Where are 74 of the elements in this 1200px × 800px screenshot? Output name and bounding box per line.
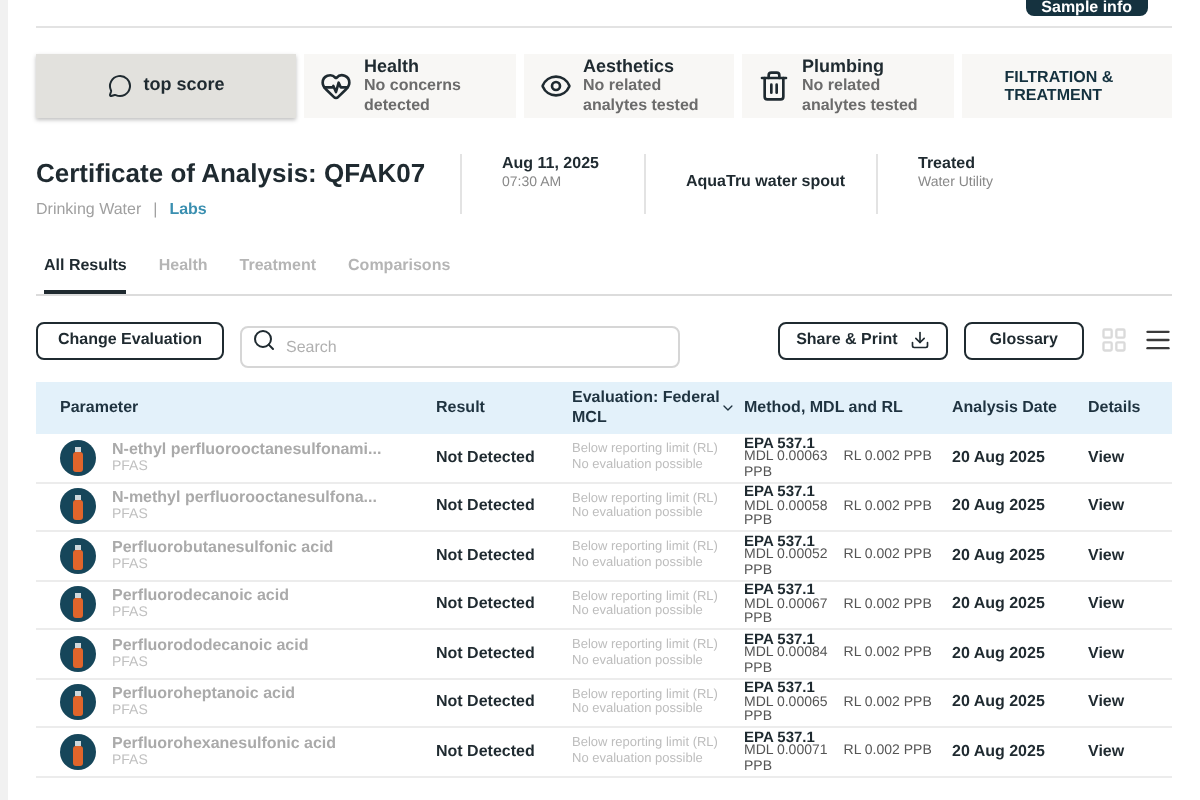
- bottle-avatar-icon: [60, 684, 96, 721]
- view-link[interactable]: View: [1088, 494, 1125, 519]
- bin-icon: [758, 70, 790, 102]
- column-header: Parameter: [60, 396, 141, 420]
- bottle-avatar-icon: [60, 488, 96, 525]
- sample-info-button[interactable]: Sample info: [1025, 0, 1148, 16]
- heart-pulse-icon: [320, 70, 352, 102]
- score-card[interactable]: Health No concerns detected: [304, 54, 515, 118]
- card-subtitle: No concerns detected: [364, 76, 463, 116]
- parameter-name: Perfluorodecanoic acid: [112, 586, 289, 605]
- certificate-title: Certificate of Analysis: QFAK07: [36, 156, 428, 192]
- bottle-avatar-icon: [60, 537, 96, 574]
- column-header: Analysis Date: [952, 396, 1059, 420]
- list-view-icon[interactable]: [1144, 326, 1172, 354]
- bottle-avatar-icon: [60, 635, 96, 672]
- analysis-date: 20 Aug 2025: [952, 445, 1047, 470]
- view-link[interactable]: View: [1088, 592, 1125, 617]
- view-link[interactable]: View: [1088, 641, 1125, 666]
- result-cell-text: Not Detected: [436, 543, 537, 568]
- labs-link[interactable]: Labs: [169, 197, 207, 221]
- result-cell-text: Not Detected: [436, 445, 537, 470]
- search-icon: [252, 328, 277, 352]
- score-card[interactable]: Plumbing No related analytes tested: [742, 54, 953, 118]
- separator: |: [153, 197, 158, 221]
- view-link[interactable]: View: [1088, 543, 1125, 568]
- view-link[interactable]: View: [1088, 445, 1125, 470]
- result-cell-text: Not Detected: [436, 739, 537, 764]
- parameter-name: Perfluorododecanoic acid: [112, 635, 309, 654]
- analysis-date: 20 Aug 2025: [952, 543, 1047, 568]
- bottle-avatar-icon: [60, 439, 96, 476]
- column-header: Result: [436, 396, 487, 420]
- column-header: Method, MDL and RL: [744, 396, 905, 420]
- card-title: Aesthetics: [583, 56, 677, 76]
- column-header: Details: [1088, 396, 1143, 420]
- speech-bubble-icon: [107, 74, 132, 98]
- column-header: Evaluation: Federal MCL: [572, 388, 721, 428]
- analysis-date: 20 Aug 2025: [952, 641, 1047, 666]
- result-cell-text: Not Detected: [436, 494, 537, 519]
- score-card[interactable]: FILTRATION & TREATMENT: [961, 54, 1172, 118]
- card-subtitle: No related analytes tested: [583, 76, 701, 116]
- treatment-status: Treated: [918, 154, 977, 174]
- glossary-button[interactable]: Glossary: [963, 321, 1084, 359]
- share-print-button[interactable]: Share & Print: [778, 321, 948, 359]
- result-cell-text: Not Detected: [436, 641, 537, 666]
- change-evaluation-button[interactable]: Change Evaluation: [36, 321, 225, 359]
- view-link[interactable]: View: [1088, 739, 1125, 764]
- bottle-avatar-icon: [60, 733, 96, 770]
- view-link[interactable]: View: [1088, 690, 1125, 715]
- analysis-date: 20 Aug 2025: [952, 592, 1047, 617]
- analysis-date: 20 Aug 2025: [952, 494, 1047, 519]
- card-subtitle: No related analytes tested: [802, 76, 920, 116]
- card-title: top score: [143, 72, 225, 99]
- eye-icon: [539, 70, 571, 102]
- score-card[interactable]: top score: [36, 54, 296, 118]
- card-title: Plumbing: [802, 56, 886, 76]
- search-field[interactable]: Search: [240, 325, 681, 367]
- parameter-name: Perfluoroheptanoic acid: [112, 684, 296, 703]
- result-cell-text: Not Detected: [436, 690, 537, 715]
- parameter-name: N-methyl perfluorooctanesulfona...: [112, 488, 377, 507]
- tab[interactable]: All Results: [44, 246, 127, 294]
- card-title: FILTRATION & TREATMENT: [1004, 68, 1116, 104]
- card-title: Health: [364, 56, 422, 76]
- download-icon: [909, 330, 930, 350]
- score-card[interactable]: Aesthetics No related analytes tested: [523, 54, 734, 118]
- bottle-avatar-icon: [60, 586, 96, 623]
- analysis-date: 20 Aug 2025: [952, 690, 1047, 715]
- sample-date: Aug 11, 2025: [502, 154, 601, 174]
- parameter-name: Perfluorobutanesulfonic acid: [112, 537, 334, 556]
- analysis-date: 20 Aug 2025: [952, 739, 1047, 764]
- result-cell-text: Not Detected: [436, 592, 537, 617]
- parameter-name: Perfluorohexanesulfonic acid: [112, 733, 337, 752]
- sample-source: AquaTru water spout: [686, 172, 846, 190]
- parameter-name: N-ethyl perfluorooctanesulfonami...: [112, 439, 382, 458]
- sample-category: Drinking Water: [36, 197, 142, 221]
